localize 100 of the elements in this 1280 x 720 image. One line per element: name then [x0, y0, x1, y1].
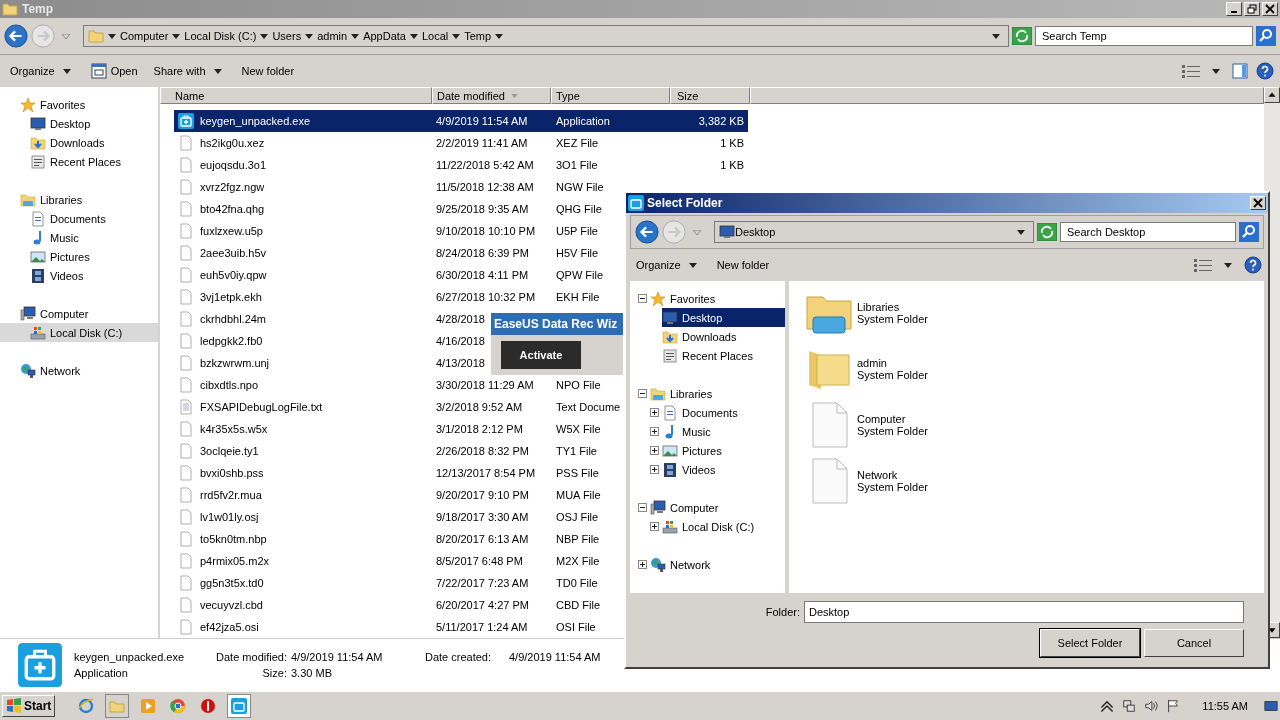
toolbar-button[interactable]: New folder — [712, 257, 774, 273]
back-button[interactable] — [4, 24, 28, 48]
view-options-icon[interactable] — [1194, 258, 1212, 272]
toolbar-button[interactable]: Open — [86, 61, 142, 81]
flag-icon[interactable] — [1166, 699, 1181, 713]
column-header[interactable]: Date modified — [432, 87, 551, 104]
column-header[interactable]: Type — [551, 87, 670, 104]
expander-icon[interactable] — [638, 294, 647, 303]
tree-item[interactable]: Desktop — [662, 308, 785, 327]
tree-item[interactable]: Favorites — [650, 289, 785, 308]
tree-item[interactable]: Videos — [662, 460, 785, 479]
tree-item[interactable]: Pictures — [662, 441, 785, 460]
address-bar[interactable]: Desktop — [714, 221, 1034, 243]
nav-item[interactable]: Downloads — [0, 133, 158, 152]
scroll-up-button[interactable] — [1264, 87, 1280, 103]
folder-item[interactable]: admin System Folder — [805, 345, 1264, 393]
expander-icon[interactable] — [650, 427, 659, 436]
column-header[interactable]: Name — [160, 87, 432, 104]
file-row[interactable]: hs2ikg0u.xez 2/2/2019 11:41 AM XEZ File 1 KB — [174, 132, 748, 154]
minimize-button[interactable] — [1226, 2, 1242, 16]
file-row[interactable]: ef42jza5.osi 5/11/2017 1:24 AM OSI File — [174, 616, 748, 638]
toolbar-button[interactable]: Organize — [6, 63, 79, 79]
breadcrumb-item[interactable]: Desktop — [735, 226, 776, 238]
view-options-icon[interactable] — [1182, 64, 1200, 78]
tree-item[interactable]: Music — [662, 422, 785, 441]
show-desktop-icon[interactable] — [1264, 699, 1278, 713]
folder-field[interactable]: Desktop — [804, 601, 1244, 623]
toolbar-button[interactable]: Share with — [149, 63, 230, 79]
field-value: 4/9/2019 11:54 AM — [291, 651, 384, 663]
back-button[interactable] — [635, 220, 659, 244]
breadcrumb-item[interactable]: Local Disk (C:) — [184, 30, 257, 42]
breadcrumb-item[interactable]: AppData — [363, 30, 406, 42]
clock[interactable]: 11:55 AM — [1202, 700, 1248, 712]
search-icon[interactable] — [1239, 222, 1259, 242]
help-icon[interactable] — [1244, 256, 1262, 274]
expander-icon[interactable] — [650, 522, 659, 531]
expander-icon[interactable] — [638, 560, 647, 569]
tree-item[interactable]: Network — [650, 555, 785, 574]
nav-item[interactable]: Pictures — [0, 247, 158, 266]
file-row[interactable]: xvrz2fgz.ngw 11/5/2018 12:38 AM NGW File — [174, 176, 748, 198]
expander-icon[interactable] — [638, 389, 647, 398]
close-button[interactable] — [1250, 196, 1266, 210]
nav-item[interactable]: Favorites — [0, 95, 158, 114]
folder-item[interactable]: Libraries System Folder — [805, 289, 1264, 337]
file-row[interactable]: eujoqsdu.3o1 11/22/2018 5:42 AM 3O1 File 1 KB — [174, 154, 748, 176]
expander-icon[interactable] — [638, 503, 647, 512]
breadcrumb-item[interactable]: Local — [421, 30, 449, 42]
tree-item[interactable]: Downloads — [662, 327, 785, 346]
downloads-folder-icon — [662, 328, 678, 345]
nav-item[interactable]: Libraries — [0, 190, 158, 209]
breadcrumb-item[interactable]: Users — [272, 30, 302, 42]
nav-item[interactable]: Videos — [0, 266, 158, 285]
tree-item[interactable]: Documents — [662, 403, 785, 422]
medkit-app-icon[interactable] — [227, 694, 252, 718]
nav-item[interactable]: Recent Places — [0, 152, 158, 171]
speaker-icon[interactable] — [1144, 699, 1159, 713]
dialog-button[interactable]: Select Folder — [1040, 629, 1140, 657]
help-icon[interactable] — [1256, 62, 1274, 80]
folder-item[interactable]: Computer System Folder — [805, 401, 1264, 449]
nav-item[interactable]: Local Disk (C:) — [0, 323, 158, 342]
tree-item[interactable]: Computer — [650, 498, 785, 517]
nav-item[interactable]: Documents — [0, 209, 158, 228]
column-header[interactable]: Size — [670, 87, 750, 104]
file-row[interactable]: keygen_unpacked.exe 4/9/2019 11:54 AM Application 3,382 KB — [174, 110, 748, 132]
preview-pane-icon[interactable] — [1232, 63, 1248, 79]
breadcrumb-item[interactable]: admin — [317, 30, 348, 42]
breadcrumb-item[interactable]: Temp — [464, 30, 492, 42]
start-button[interactable]: Start — [2, 695, 56, 717]
expander-icon[interactable] — [650, 465, 659, 474]
refresh-icon[interactable] — [1037, 223, 1057, 241]
file-icon — [178, 553, 194, 569]
nav-item[interactable]: Music — [0, 228, 158, 247]
close-button[interactable] — [1262, 2, 1278, 16]
tree-item[interactable]: Recent Places — [662, 346, 785, 365]
search-icon[interactable] — [1256, 26, 1276, 46]
tree-item[interactable]: Libraries — [650, 384, 785, 403]
dialog-button[interactable]: Cancel — [1144, 629, 1244, 657]
activate-button[interactable]: Activate — [501, 341, 581, 369]
network-status-icon[interactable] — [1122, 699, 1137, 713]
caret-icon — [213, 68, 222, 74]
refresh-icon[interactable] — [1012, 27, 1032, 45]
expander-icon[interactable] — [650, 408, 659, 417]
breadcrumb-item[interactable]: Computer — [120, 30, 169, 42]
file-row[interactable]: gg5n3t5x.td0 7/22/2017 7:23 AM TD0 File — [174, 572, 748, 594]
search-field[interactable]: Search Desktop — [1060, 222, 1236, 242]
restore-button[interactable] — [1244, 2, 1260, 16]
nav-item[interactable]: Computer — [0, 304, 158, 323]
nav-item[interactable]: Network — [0, 361, 158, 380]
nav-item[interactable]: Desktop — [0, 114, 158, 133]
toolbar-button[interactable]: Organize — [632, 257, 705, 273]
file-row[interactable]: vecuyvzl.cbd 6/20/2017 4:27 PM CBD File — [174, 594, 748, 616]
folder-item[interactable]: Network System Folder — [805, 457, 1264, 505]
library-folder-icon — [20, 191, 36, 208]
show-hidden-icons-icon[interactable] — [1100, 699, 1115, 713]
toolbar-button[interactable]: New folder — [237, 63, 299, 79]
file-icon — [178, 289, 194, 305]
expander-icon[interactable] — [650, 446, 659, 455]
search-field[interactable]: Search Temp — [1035, 26, 1253, 46]
address-bar[interactable]: Computer Local Disk (C:) Users admin AppData Local Temp — [83, 25, 1009, 47]
tree-item[interactable]: Local Disk (C:) — [662, 517, 785, 536]
